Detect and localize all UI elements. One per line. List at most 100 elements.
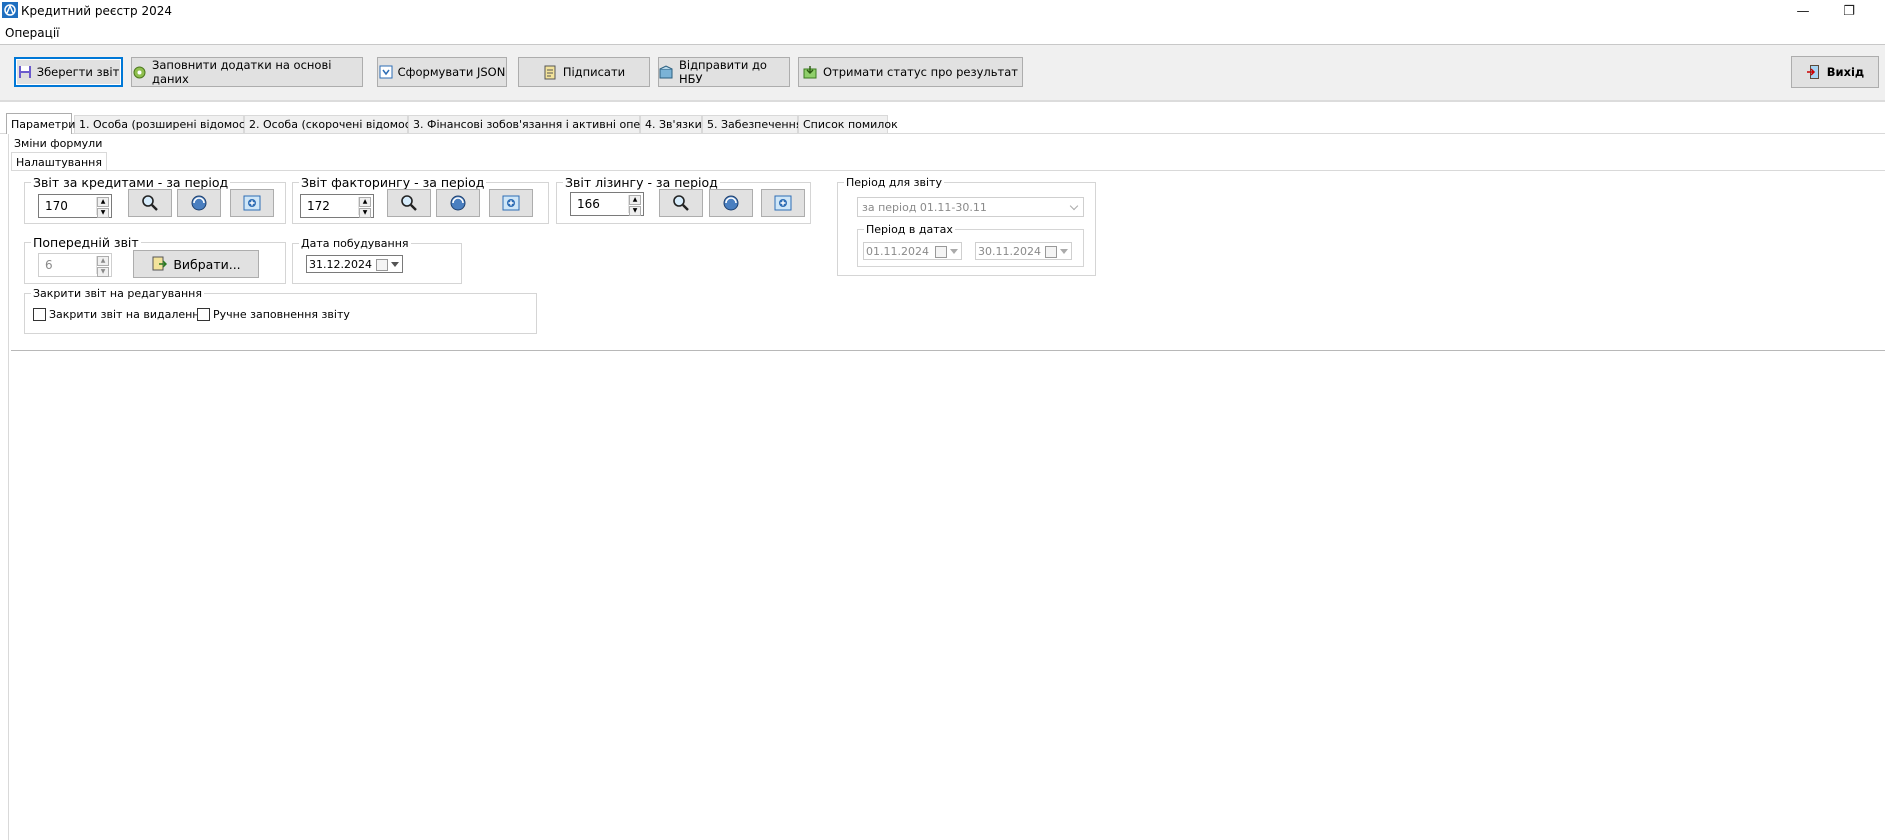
- generate-json-button[interactable]: Сформувати JSON: [377, 57, 507, 87]
- tab-links[interactable]: 4. Зв'язки: [640, 115, 702, 133]
- globe-refresh-icon: [450, 195, 466, 211]
- period-from-date[interactable]: 01.11.2024: [863, 242, 962, 260]
- factoring-report-group: Звіт факторингу - за період 172 ▲ ▼: [292, 175, 549, 224]
- leasing-add-button[interactable]: [761, 189, 805, 217]
- window-title: Кредитний реєстр 2024: [21, 4, 173, 18]
- previous-report-group: Попередній звіт 6 ▲ ▼ Вибрати...: [24, 235, 286, 284]
- menu-bar: Операції: [0, 23, 1885, 43]
- minimize-button[interactable]: —: [1780, 0, 1826, 22]
- lock-delete-label: Закрити звіт на видалення: [49, 308, 207, 321]
- leasing-refresh-button[interactable]: [709, 189, 753, 217]
- magnifier-icon: [673, 195, 689, 211]
- dropdown-arrow-icon: [391, 262, 399, 267]
- tab-panel-border: [0, 133, 1885, 134]
- fill-attachments-label: Заповнити додатки на основі даних: [152, 58, 332, 86]
- build-date-group: Дата побудування 31.12.2024: [292, 237, 462, 284]
- factoring-refresh-button[interactable]: [436, 189, 480, 217]
- leasing-period-spinner[interactable]: 166 ▲ ▼: [570, 192, 644, 216]
- sign-document-icon: [544, 65, 556, 79]
- leasing-period-value: 166: [577, 197, 600, 211]
- save-report-button[interactable]: Зберегти звіт: [14, 57, 123, 87]
- app-logo-icon: [2, 2, 18, 18]
- lock-delete-checkbox[interactable]: [33, 308, 46, 321]
- formula-changes-label: Зміни формули: [14, 137, 103, 150]
- period-from-value: 01.11.2024: [866, 244, 929, 258]
- credit-add-button[interactable]: [230, 189, 274, 217]
- fill-attachments-button[interactable]: Заповнити додатки на основі даних: [131, 57, 363, 87]
- add-window-icon: [502, 195, 520, 211]
- send-to-nbu-button[interactable]: Відправити до НБУ: [658, 57, 790, 87]
- tab-settings[interactable]: Налаштування: [11, 152, 107, 171]
- send-to-nbu-label: Відправити до НБУ: [679, 58, 767, 86]
- restore-button[interactable]: ❐: [1826, 0, 1872, 22]
- spin-down-icon[interactable]: ▼: [359, 208, 371, 218]
- tab-financial-obligations[interactable]: 3. Фінансові зобов'язання і активні опер…: [408, 115, 668, 133]
- sign-button[interactable]: Підписати: [518, 57, 650, 87]
- period-select[interactable]: за період 01.11-30.11: [857, 197, 1084, 217]
- exit-door-icon: [1806, 65, 1819, 79]
- tab-person-short[interactable]: 2. Особа (скорочені відомості): [244, 115, 425, 133]
- json-file-icon: [379, 65, 393, 79]
- generate-json-label: Сформувати JSON: [397, 65, 506, 79]
- factoring-add-button[interactable]: [489, 189, 533, 217]
- factoring-period-value: 172: [307, 199, 330, 213]
- previous-report-spinner[interactable]: 6 ▲ ▼: [38, 253, 112, 277]
- tab-error-list[interactable]: Список помилок: [798, 115, 898, 133]
- magnifier-icon: [401, 195, 417, 211]
- send-package-icon: [659, 64, 673, 78]
- leasing-report-label: Звіт лізингу - за період: [563, 175, 720, 190]
- factoring-view-button[interactable]: [387, 189, 431, 217]
- choose-previous-button[interactable]: Вибрати...: [133, 250, 259, 278]
- dropdown-arrow-icon: [1060, 249, 1068, 254]
- credit-period-spinner[interactable]: 170 ▲ ▼: [38, 194, 112, 218]
- factoring-period-spinner[interactable]: 172 ▲ ▼: [300, 194, 374, 218]
- settings-bottom-separator: [11, 350, 1885, 351]
- title-bar: Кредитний реєстр 2024 — ❐: [0, 0, 1885, 22]
- tab-person-extended[interactable]: 1. Особа (розширені відомості): [74, 115, 259, 133]
- credit-report-label: Звіт за кредитами - за період: [31, 175, 231, 190]
- tab-collateral[interactable]: 5. Забезпечення: [702, 115, 802, 133]
- minimize-icon: —: [1796, 3, 1810, 19]
- tab-parameters[interactable]: Параметри: [6, 113, 75, 134]
- lock-report-group: Закрити звіт на редагування Закрити звіт…: [24, 287, 537, 334]
- spin-down-icon[interactable]: ▼: [97, 208, 109, 218]
- subpanel-border: [11, 170, 1885, 171]
- refresh-gear-icon: [133, 66, 146, 78]
- credit-view-button[interactable]: [128, 189, 172, 217]
- get-status-button[interactable]: Отримати статус про результат: [798, 57, 1023, 87]
- manual-fill-checkbox[interactable]: [197, 308, 210, 321]
- calendar-icon: [376, 259, 388, 271]
- build-date-label: Дата побудування: [299, 237, 411, 250]
- globe-refresh-icon: [191, 195, 207, 211]
- leasing-report-group: Звіт лізингу - за період 166 ▲ ▼: [556, 175, 811, 224]
- toolbar-separator: [0, 100, 1885, 102]
- build-date-picker[interactable]: 31.12.2024: [306, 255, 403, 273]
- spin-up-icon[interactable]: ▲: [629, 195, 641, 205]
- spin-down-icon[interactable]: ▼: [97, 267, 109, 277]
- choose-previous-label: Вибрати...: [173, 256, 241, 272]
- leasing-view-button[interactable]: [659, 189, 703, 217]
- factoring-report-label: Звіт факторингу - за період: [299, 175, 487, 190]
- spin-up-icon[interactable]: ▲: [359, 197, 371, 207]
- spin-up-icon[interactable]: ▲: [97, 197, 109, 207]
- period-dates-label: Період в датах: [864, 223, 955, 236]
- calendar-icon: [935, 246, 947, 258]
- previous-report-label: Попередній звіт: [31, 235, 141, 250]
- spin-up-icon[interactable]: ▲: [97, 256, 109, 266]
- add-window-icon: [774, 195, 792, 211]
- spin-down-icon[interactable]: ▼: [629, 206, 641, 216]
- chevron-down-icon: [1069, 201, 1079, 211]
- save-report-label: Зберегти звіт: [36, 65, 120, 79]
- choose-document-icon: [152, 256, 168, 271]
- credit-report-group: Звіт за кредитами - за період 170 ▲ ▼: [24, 175, 286, 224]
- period-to-value: 30.11.2024: [978, 244, 1041, 258]
- exit-button[interactable]: Вихід: [1791, 56, 1879, 88]
- floppy-disk-icon: [18, 66, 31, 78]
- magnifier-icon: [142, 195, 158, 211]
- menu-operations[interactable]: Операції: [5, 26, 59, 40]
- credit-refresh-button[interactable]: [177, 189, 221, 217]
- get-status-label: Отримати статус про результат: [822, 65, 1018, 79]
- period-dates-group: Період в датах 01.11.2024 30.11.2024: [857, 223, 1084, 267]
- calendar-icon: [1045, 246, 1057, 258]
- period-to-date[interactable]: 30.11.2024: [975, 242, 1072, 260]
